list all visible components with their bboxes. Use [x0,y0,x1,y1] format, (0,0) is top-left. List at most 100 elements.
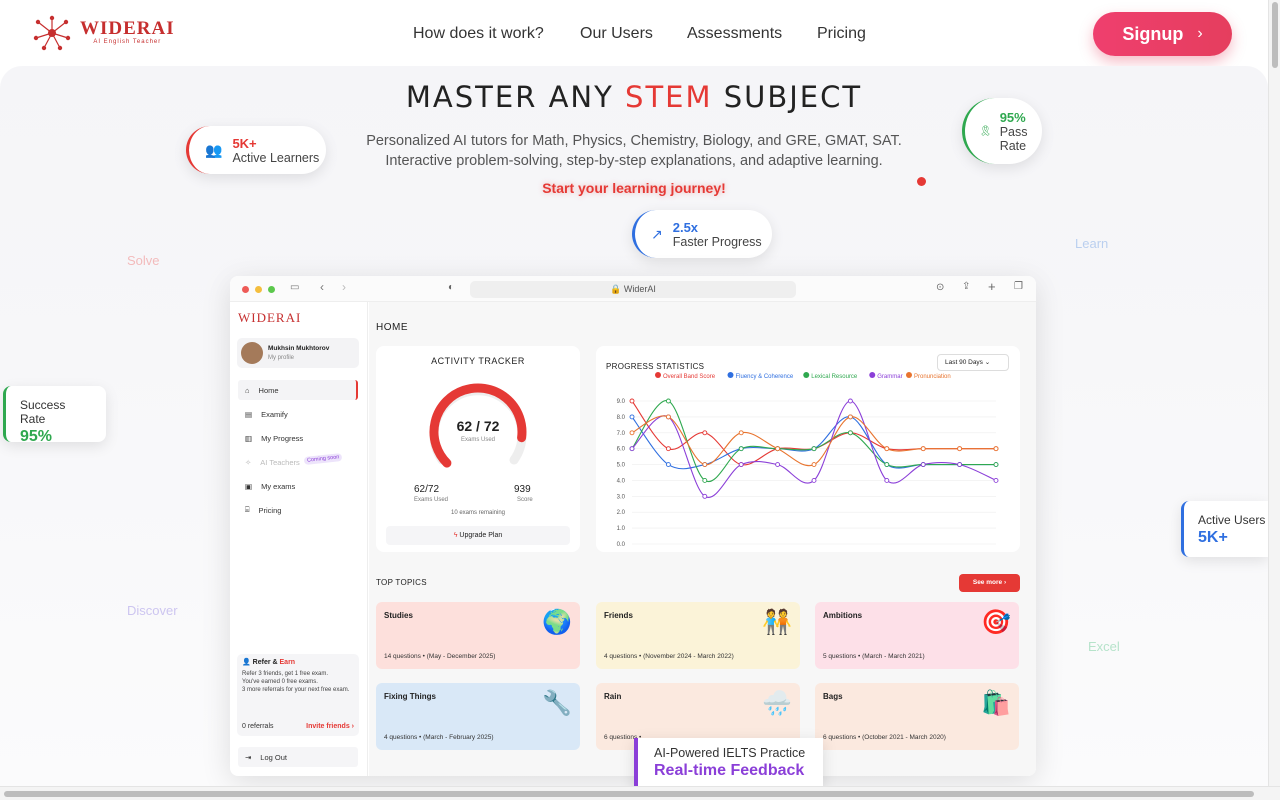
app-main: HOME ACTIVITY TRACKER 62 / 72 Exams Used… [369,302,1036,776]
close-dot [242,286,249,293]
nav-pricing[interactable]: Pricing [817,25,866,43]
data-point [884,477,890,483]
horizontal-scrollbar[interactable] [0,786,1280,800]
activity-tracker-card: ACTIVITY TRACKER 62 / 72 Exams Used 62/7… [376,346,580,552]
upgrade-plan-button[interactable]: ϟ Upgrade Plan [386,526,570,545]
nav-our-users[interactable]: Our Users [580,25,653,43]
active-learners-pill: 👥 5K+ Active Learners [186,126,326,174]
legend-label: Overall Band Score [663,374,716,380]
bank-icon: ⌸ [245,505,250,514]
topic-icon: 🌧️ [762,690,792,717]
back-icon: ‹ [320,280,324,294]
vertical-scroll-thumb[interactable] [1272,2,1278,68]
person-icon: 👤 [242,659,251,666]
y-tick-label: 9.0 [617,399,626,405]
success-rate-card: Success Rate 95% [3,386,106,445]
topic-icon: 🧑‍🤝‍🧑 [762,609,792,636]
legend-label: Grammar [877,374,902,380]
hero-subtext: Personalized AI tutors for Math, Physics… [366,133,902,169]
invite-friends-link[interactable]: Invite friends › [306,723,354,731]
menu-examify[interactable]: ▤ Examify [238,404,358,424]
see-more-button[interactable]: See more › [959,574,1020,592]
y-tick-label: 6.0 [617,447,626,453]
topic-card[interactable]: Ambitions 🎯 5 questions • (March - March 2… [815,602,1019,669]
topic-meta: 6 questions • (October 2021 - March 2020… [823,734,946,741]
data-point [738,462,744,468]
logout-button[interactable]: ⇥ Log Out [238,747,358,767]
data-point [702,462,708,468]
topic-icon: 🎯 [981,609,1011,636]
data-point [847,430,853,436]
top-nav: WIDERAI AI English Teacher How does it w… [0,0,1268,70]
topic-card[interactable]: Studies 🌍 14 questions • (May - December 2… [376,602,580,669]
data-point [702,477,708,483]
vertical-scrollbar[interactable] [1268,0,1280,786]
topic-meta: 4 questions • (March - February 2025) [384,734,494,741]
data-point [629,430,635,436]
data-point [957,446,963,452]
topic-icon: 🌍 [542,609,572,636]
sidebar-toggle-icon: ▭ [290,282,300,293]
nav-assessments[interactable]: Assessments [687,25,782,43]
data-point [775,462,781,468]
floating-word-solve: Solve [127,253,160,268]
ielts-feature-card: AI-Powered IELTS Practice Real-time Feed… [634,738,823,788]
legend-swatch [869,372,876,378]
topic-meta: 5 questions • (March - March 2021) [823,653,925,660]
data-point [665,446,671,452]
data-point [738,430,744,436]
topic-card[interactable]: Fixing Things 🔧 4 questions • (March - Feb… [376,683,580,750]
topic-card[interactable]: Friends 🧑‍🤝‍🧑 4 questions • (November 2024… [596,602,800,669]
top-topics-title: TOP TOPICS [376,578,427,587]
data-point [811,446,817,452]
menu-home[interactable]: ⌂ Home [238,380,358,400]
data-point [847,414,853,420]
horizontal-scroll-thumb[interactable] [4,791,1254,797]
data-point [884,462,890,468]
data-point [629,414,635,420]
legend-label: Lexical Resource [811,374,858,380]
signup-label: Signup [1122,23,1184,44]
topic-meta: 14 questions • (May - December 2025) [384,653,496,660]
y-tick-label: 8.0 [617,415,626,421]
data-point [629,446,635,452]
y-tick-label: 1.0 [617,526,626,532]
home-icon: ⌂ [245,385,250,395]
topic-icon: 🛍️ [981,690,1011,717]
menu-pricing[interactable]: ⌸ Pricing [238,500,358,520]
progress-line-chart: Overall Band Score Fluency & Coherence Lex… [617,372,999,548]
brand-tagline: AI English Teacher [93,39,162,45]
chevron-right-icon: › [1197,25,1203,42]
pass-rate-pill: 🎗 95% Pass Rate [962,98,1042,164]
data-point [702,493,708,499]
hero-headline: MASTER ANY STEM SUBJECT [405,80,863,114]
bar-chart-icon: ▥ [245,433,253,443]
data-point [665,462,671,468]
data-point [665,414,671,420]
data-point [775,446,781,452]
lock-icon: 🔒 [610,284,622,294]
y-tick-label: 7.0 [617,431,626,437]
data-point [884,446,890,452]
profile-card: Mukhsin Mukhtorov My profile [237,338,359,368]
users-icon: 👥 [205,141,223,158]
nav-how-it-works[interactable]: How does it work? [413,25,544,43]
date-range-select[interactable]: Last 90 Days ⌄ [937,354,1009,371]
url-bar: 🔒 WiderAI [470,281,796,298]
legend-swatch [803,372,810,378]
page-title: HOME [376,322,408,333]
menu-my-progress[interactable]: ▥ My Progress [238,428,358,448]
menu-my-exams[interactable]: ▣ My exams [238,476,358,496]
browser-toolbar: ▭ ‹ › ◐ 🔒 WiderAI ⊙ ⇪ + ❐ [230,276,1036,302]
forward-icon: › [342,280,346,294]
brand-logo[interactable]: WIDERAI AI English Teacher [30,14,175,52]
signup-button[interactable]: Signup › [1093,12,1232,56]
data-point [957,462,963,468]
legend-label: Pronunciation [914,374,951,380]
topic-card[interactable]: Bags 🛍️ 6 questions • (October 2021 - Marc… [815,683,1019,750]
topic-meta: 4 questions • (November 2024 - March 202… [604,653,734,660]
chart-title: PROGRESS STATISTICS [606,362,705,371]
floating-word-excel: Excel [1088,639,1120,654]
legend-label: Fluency & Coherence [736,374,794,380]
y-tick-label: 2.0 [617,510,626,516]
